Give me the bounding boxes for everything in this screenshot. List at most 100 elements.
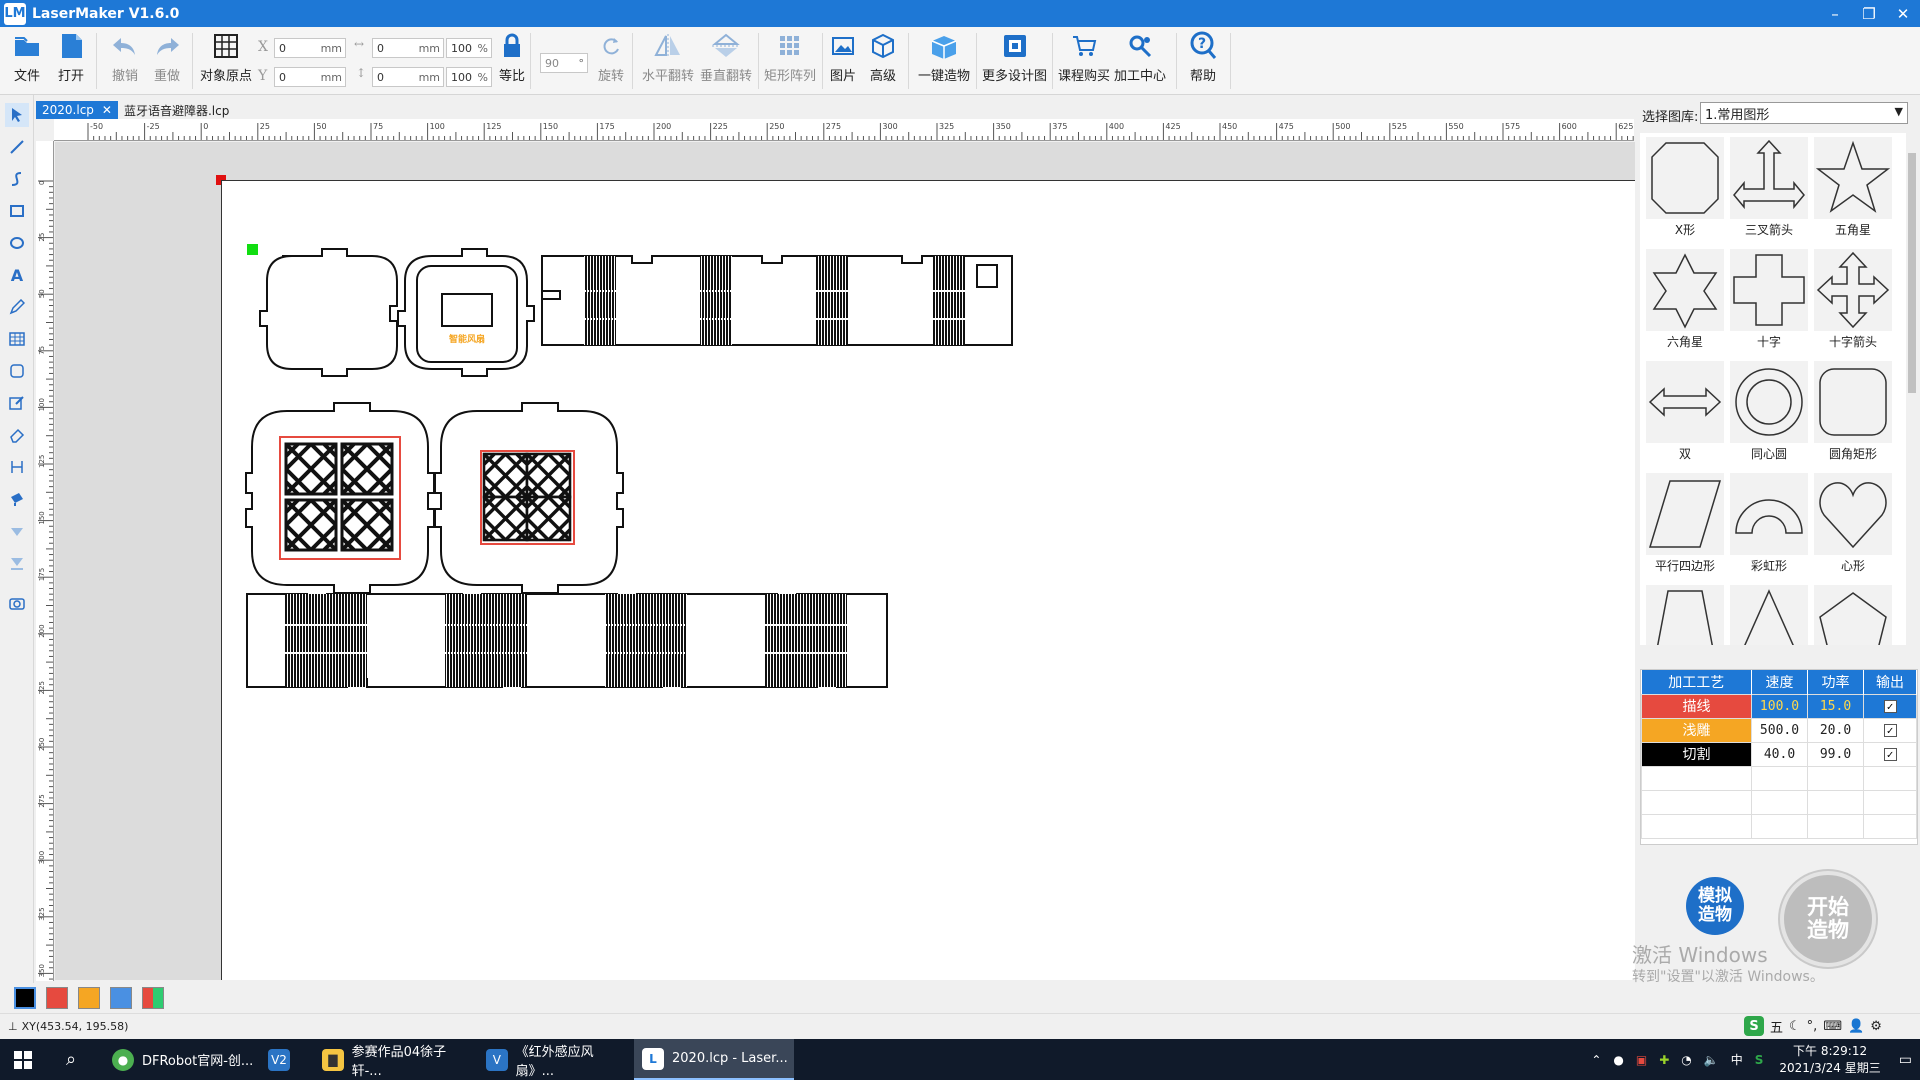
close-button[interactable]: ✕ (1886, 0, 1920, 27)
rotate-angle-input[interactable]: 90 ° (540, 53, 588, 73)
rounded-rect-tool-icon[interactable] (5, 359, 29, 383)
pen-tool-icon[interactable] (5, 295, 29, 319)
processing-center-button[interactable]: 加工中心 (1114, 31, 1166, 91)
shape-six-star[interactable]: 六角星 (1644, 249, 1726, 357)
taskbar-item-vs[interactable]: V2 (260, 1039, 310, 1080)
fill-tool-icon[interactable] (5, 487, 29, 511)
eraser-tool-icon[interactable] (5, 423, 29, 447)
height-percent-input[interactable]: 100% (446, 67, 492, 87)
vertical-flip-button[interactable]: 垂直翻转 (700, 31, 752, 91)
shape-rounded-rect[interactable]: 圆角矩形 (1812, 361, 1894, 469)
shape-trident-arrow[interactable]: 三叉箭头 (1728, 137, 1810, 245)
text-tool-icon[interactable]: A (5, 263, 29, 287)
sogou-tray-icon[interactable]: S (1755, 1053, 1764, 1067)
down-layer-tool-icon[interactable] (5, 519, 29, 543)
library-select[interactable]: 1.常用图形 ▼ (1700, 102, 1908, 124)
shape-x[interactable]: X形 (1644, 137, 1726, 245)
table-tool-icon[interactable] (5, 327, 29, 351)
undo-button[interactable]: 撤销 (110, 31, 140, 91)
security-icon[interactable]: ▣ (1636, 1053, 1647, 1067)
taskbar-item-chrome[interactable]: ● DFRobot官网-创... (104, 1039, 256, 1080)
output-checkbox[interactable]: ✓ (1883, 723, 1897, 737)
more-designs-button[interactable]: 更多设计图 (982, 31, 1047, 91)
chevron-up-icon[interactable]: ⌃ (1591, 1053, 1601, 1067)
open-button[interactable]: 打开 (56, 31, 86, 91)
taskbar-item-vs-doc[interactable]: V 《红外感应风扇》... (478, 1039, 630, 1080)
object-origin-button[interactable]: 对象原点 (200, 31, 252, 91)
layer-row[interactable]: 浅雕 500.0 20.0 ✓ (1641, 717, 1917, 743)
shape-trapezoid[interactable] (1644, 585, 1726, 645)
redo-button[interactable]: 重做 (152, 31, 182, 91)
image-button[interactable]: 图片 (828, 31, 858, 91)
color-swatch-orange[interactable] (78, 987, 100, 1009)
shape-pentagon[interactable] (1812, 585, 1894, 645)
moon-icon[interactable]: ☾ (1789, 1019, 1801, 1034)
shape-cross-arrow[interactable]: 十字箭头 (1812, 249, 1894, 357)
tab-2020[interactable]: 2020.lcp ✕ (36, 101, 118, 119)
camera-tool-icon[interactable] (5, 591, 29, 615)
search-button[interactable]: ⌕ (56, 1039, 100, 1080)
color-swatch-blue[interactable] (110, 987, 132, 1009)
notification-icon[interactable]: ● (1613, 1053, 1623, 1067)
start-button-windows[interactable] (4, 1039, 48, 1080)
ime-mode[interactable]: 五 (1770, 1017, 1783, 1036)
canvas-area[interactable]: 智能风扇 (55, 142, 1635, 980)
file-button[interactable]: 文件 (12, 31, 42, 91)
keyboard-icon[interactable]: ⌨ (1823, 1019, 1842, 1034)
shape-cross[interactable]: 十字 (1728, 249, 1810, 357)
minimize-button[interactable]: – (1818, 0, 1852, 27)
color-swatch-red[interactable] (46, 987, 68, 1009)
color-swatch-black[interactable] (14, 987, 36, 1009)
punctuation-icon[interactable]: °, (1807, 1019, 1818, 1034)
shape-double-arrow[interactable]: 双 (1644, 361, 1726, 469)
width-percent-input[interactable]: 100% (446, 38, 492, 58)
width-input[interactable]: 0 mm (372, 38, 444, 58)
measure-tool-icon[interactable] (5, 455, 29, 479)
shape-rainbow[interactable]: 彩虹形 (1728, 473, 1810, 581)
course-purchase-button[interactable]: 课程购买 (1058, 31, 1110, 91)
y-position-input[interactable]: 0 mm (274, 67, 346, 87)
height-input[interactable]: 0 mm (372, 67, 444, 87)
ellipse-tool-icon[interactable] (5, 231, 29, 255)
restore-button[interactable]: ❐ (1852, 0, 1886, 27)
taskbar-item-lasermaker[interactable]: L 2020.lcp - Laser... (634, 1039, 794, 1080)
layer-row[interactable]: 描线 100.0 15.0 ✓ (1641, 693, 1917, 719)
input-language[interactable]: 中 (1731, 1051, 1743, 1068)
lock-ratio-button[interactable]: 等比 (497, 31, 527, 91)
user-icon[interactable]: 👤 (1848, 1019, 1864, 1034)
simulate-button[interactable]: 模拟造物 (1686, 877, 1744, 935)
layer-row[interactable]: 切割 40.0 99.0 ✓ (1641, 741, 1917, 767)
output-checkbox[interactable]: ✓ (1883, 747, 1897, 761)
taskbar-item-folder[interactable]: ▇ 参赛作品04徐子轩-... (314, 1039, 474, 1080)
clock[interactable]: 下午 8:29:12 2021/3/24 星期三 (1779, 1043, 1880, 1077)
network-icon[interactable]: ◔ (1681, 1053, 1691, 1067)
color-swatch-custom[interactable] (142, 987, 164, 1009)
design-canvas[interactable]: 智能风扇 (221, 180, 1635, 980)
sogou-icon[interactable]: S (1744, 1016, 1764, 1036)
bottom-layer-tool-icon[interactable] (5, 551, 29, 575)
rectangle-tool-icon[interactable] (5, 199, 29, 223)
volume-icon[interactable]: 🔈 (1704, 1053, 1719, 1067)
line-tool-icon[interactable] (5, 135, 29, 159)
curve-tool-icon[interactable] (5, 167, 29, 191)
action-center-icon[interactable]: ▭ (1899, 1052, 1912, 1068)
x-position-input[interactable]: 0 mm (274, 38, 346, 58)
settings-icon[interactable]: ⚙ (1870, 1019, 1882, 1034)
plugin-icon[interactable]: ✚ (1659, 1053, 1669, 1067)
rotate-button[interactable]: 旋转 (596, 31, 626, 91)
select-tool-icon[interactable] (5, 103, 29, 127)
shape-parallelogram[interactable]: 平行四边形 (1644, 473, 1726, 581)
shape-heart[interactable]: 心形 (1812, 473, 1894, 581)
help-button[interactable]: ? 帮助 (1188, 31, 1218, 91)
one-click-make-button[interactable]: 一键造物 (918, 31, 970, 91)
shape-scrollbar[interactable] (1906, 133, 1918, 645)
tab-bluetooth-avoider[interactable]: 蓝牙语音避障器.lcp (118, 101, 235, 119)
shape-five-star[interactable]: 五角星 (1812, 137, 1894, 245)
shape-concentric-circle[interactable]: 同心圆 (1728, 361, 1810, 469)
shape-triangle[interactable] (1728, 585, 1810, 645)
close-tab-icon[interactable]: ✕ (102, 103, 112, 117)
horizontal-flip-button[interactable]: 水平翻转 (642, 31, 694, 91)
edit-tool-icon[interactable] (5, 391, 29, 415)
rectangular-array-button[interactable]: 矩形阵列 (764, 31, 816, 91)
output-checkbox[interactable]: ✓ (1883, 699, 1897, 713)
